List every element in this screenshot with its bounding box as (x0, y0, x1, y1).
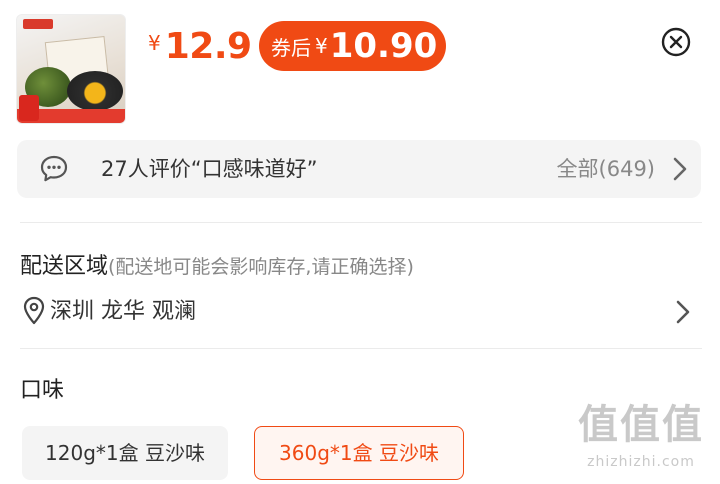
thumb-price-tag (19, 95, 39, 121)
price: ¥12.9 (148, 26, 252, 67)
close-button[interactable] (660, 26, 692, 58)
watermark-glyphs: 值值值 (578, 402, 704, 448)
delivery-location-selector[interactable]: 深圳 龙华 观澜 (20, 292, 702, 332)
flavor-title: 口味 (20, 378, 65, 403)
coupon-label: 券后 (271, 35, 311, 60)
review-summary-bar[interactable]: 27人评价“口感味道好” 全部(649) (17, 140, 701, 198)
thumb-brand-mark (23, 19, 53, 29)
divider (20, 348, 702, 349)
watermark: 值值值 zhizhizhi.com (568, 402, 714, 482)
chat-bubble-icon (40, 155, 68, 182)
price-currency: ¥ (148, 31, 161, 55)
product-thumbnail[interactable] (16, 14, 126, 124)
flavor-option-360g-selected[interactable]: 360g*1盒 豆沙味 (254, 426, 464, 480)
chevron-right-icon (676, 300, 690, 324)
flavor-option-120g[interactable]: 120g*1盒 豆沙味 (22, 426, 228, 480)
chevron-right-icon (673, 157, 687, 181)
location-pin-icon (23, 296, 45, 325)
delivery-region-hint: (配送地可能会影响库存,请正确选择) (108, 256, 414, 278)
coupon-currency: ¥ (315, 34, 328, 58)
watermark-url: zhizhizhi.com (587, 454, 695, 470)
thumb-mooncake-cut (67, 71, 123, 111)
price-value: 12.9 (164, 26, 252, 67)
review-summary-text: 27人评价“口感味道好” (101, 157, 318, 181)
coupon-price: 10.90 (329, 26, 438, 66)
delivery-location-text: 深圳 龙华 观澜 (50, 299, 196, 324)
delivery-region-title: 配送区域(配送地可能会影响库存,请正确选择) (20, 248, 414, 280)
coupon-price-badge: 券后 ¥ 10.90 (259, 21, 446, 71)
divider (20, 222, 702, 223)
close-circle-icon (661, 27, 691, 57)
delivery-region-label: 配送区域 (20, 254, 109, 279)
review-all-link[interactable]: 全部(649) (557, 140, 655, 198)
